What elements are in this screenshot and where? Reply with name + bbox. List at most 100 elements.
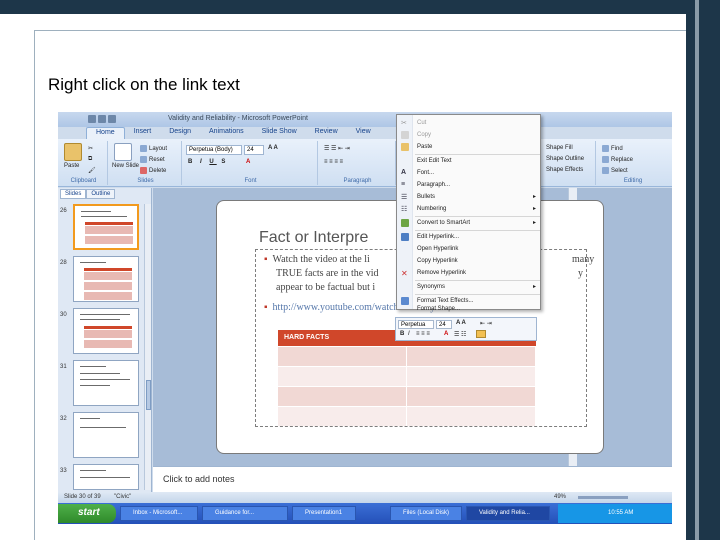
mini-indent-icon[interactable]: ⇤ ⇥ bbox=[480, 320, 492, 327]
hyperlink-icon bbox=[401, 233, 409, 241]
shape-effects-button[interactable]: Shape Effects bbox=[546, 167, 583, 173]
clipboard-group-label: Clipboard bbox=[70, 178, 97, 184]
paste-icon[interactable] bbox=[64, 143, 82, 161]
slide-number: 32 bbox=[60, 416, 67, 422]
menu-item-bullets[interactable]: ☰ Bullets ▸ bbox=[397, 191, 542, 203]
shape-fill-button[interactable]: Shape Fill bbox=[546, 145, 573, 151]
powerpoint-screenshot: Validity and Reliability - Microsoft Pow… bbox=[58, 112, 672, 524]
mini-size-select[interactable]: 24 bbox=[436, 320, 452, 329]
copy-icon[interactable]: ⧉ bbox=[88, 156, 92, 163]
status-bar: Slide 30 of 39 "Civic" 49% bbox=[58, 492, 672, 503]
slide-right-bar-stripe bbox=[695, 0, 699, 540]
format-painter-icon[interactable]: 🖌 bbox=[88, 167, 96, 174]
remove-hyperlink-icon: ✕ bbox=[401, 269, 408, 278]
menu-item-font[interactable]: A Font... bbox=[397, 167, 542, 179]
menu-item-edit-hyperlink[interactable]: Edit Hyperlink... bbox=[397, 231, 542, 243]
title-bar: Validity and Reliability - Microsoft Pow… bbox=[58, 112, 672, 127]
tab-insert[interactable]: Insert bbox=[125, 127, 161, 139]
tab-review[interactable]: Review bbox=[306, 127, 347, 139]
font-grow-icon[interactable]: A A bbox=[268, 145, 278, 151]
notes-pane[interactable]: Click to add notes bbox=[153, 466, 672, 492]
slide-thumbnail[interactable] bbox=[73, 204, 139, 250]
slides-pane-scrollbar[interactable] bbox=[144, 204, 151, 490]
zoom-slider[interactable] bbox=[578, 496, 628, 499]
slide-thumbnail[interactable] bbox=[73, 412, 139, 458]
bullet-line-end: many bbox=[572, 254, 595, 265]
menu-item-remove-hyperlink[interactable]: ✕ Remove Hyperlink bbox=[397, 267, 542, 279]
select-button[interactable]: Select bbox=[602, 167, 628, 174]
menu-item-paste[interactable]: Paste bbox=[397, 141, 542, 153]
menu-item-open-hyperlink[interactable]: Open Hyperlink bbox=[397, 243, 542, 255]
align-icons[interactable]: ≡ ≡ ≡ ≡ bbox=[324, 159, 343, 165]
font-group: Perpetua (Body) 24 A A B I U S A Font bbox=[184, 141, 318, 185]
new-slide-icon[interactable] bbox=[114, 143, 132, 161]
menu-item-synonyms[interactable]: Synonyms ▸ bbox=[397, 281, 542, 293]
mini-grow-icon[interactable]: A A bbox=[456, 320, 466, 326]
slide-title[interactable]: Fact or Interpre bbox=[259, 229, 368, 247]
quick-access-toolbar[interactable] bbox=[88, 115, 128, 124]
tab-design[interactable]: Design bbox=[160, 127, 200, 139]
menu-item-convert-smartart[interactable]: Convert to SmartArt ▸ bbox=[397, 217, 542, 229]
font-icon: A bbox=[401, 169, 407, 176]
mini-italic-icon[interactable]: I bbox=[408, 331, 410, 337]
menu-item-exit-edit-text[interactable]: Exit Edit Text bbox=[397, 155, 542, 167]
table-row[interactable] bbox=[278, 386, 536, 406]
tab-view[interactable]: View bbox=[347, 127, 380, 139]
slide-thumbnail[interactable] bbox=[73, 464, 139, 490]
bullet-line: ▪ Watch the video at the li bbox=[264, 254, 370, 265]
taskbar-item[interactable]: Inbox - Microsoft... bbox=[120, 506, 198, 521]
tab-slide-show[interactable]: Slide Show bbox=[253, 127, 306, 139]
mini-shape-fill-icon[interactable] bbox=[476, 330, 486, 338]
scrollbar-thumb[interactable] bbox=[146, 380, 151, 410]
numbering-icon: ☷ bbox=[401, 206, 408, 213]
mini-font-select[interactable]: Perpetua bbox=[398, 320, 434, 329]
delete-button[interactable]: Delete bbox=[140, 167, 166, 174]
font-size-select[interactable]: 24 bbox=[244, 145, 264, 155]
font-family-select[interactable]: Perpetua (Body) bbox=[186, 145, 242, 155]
font-color-icon[interactable]: A bbox=[246, 159, 250, 165]
slide-thumbnail[interactable] bbox=[73, 256, 139, 302]
table-row[interactable] bbox=[278, 346, 536, 366]
bullets-icon[interactable]: ☰ ☰ ⇤ ⇥ bbox=[324, 145, 350, 152]
slides-group-label: Slides bbox=[137, 178, 154, 184]
find-button[interactable]: Find bbox=[602, 145, 623, 152]
taskbar-item[interactable]: Guidance for... bbox=[202, 506, 288, 521]
mini-align-icons[interactable]: ≡ ≡ ≡ bbox=[416, 331, 430, 337]
menu-item-cut[interactable]: ✂ Cut bbox=[397, 117, 542, 129]
paste-button[interactable]: Paste bbox=[64, 163, 79, 169]
menu-item-copy[interactable]: Copy bbox=[397, 129, 542, 141]
slide-caption: Right click on the link text bbox=[48, 75, 240, 94]
font-group-label: Font bbox=[244, 178, 257, 184]
cut-icon[interactable]: ✂ bbox=[88, 145, 93, 152]
shape-outline-button[interactable]: Shape Outline bbox=[546, 156, 584, 162]
reset-button[interactable]: Reset bbox=[140, 156, 165, 163]
tab-animations[interactable]: Animations bbox=[200, 127, 253, 139]
taskbar-item-active[interactable]: Validity and Relia... bbox=[466, 506, 550, 521]
menu-item-format-shape[interactable]: Format Shape... bbox=[397, 305, 542, 312]
facts-table: HARD FACTS bbox=[278, 330, 536, 426]
menu-item-numbering[interactable]: ☷ Numbering ▸ bbox=[397, 203, 542, 215]
tab-home[interactable]: Home bbox=[86, 127, 125, 139]
mini-bold-icon[interactable]: B bbox=[400, 331, 404, 337]
slide-thumbnail[interactable] bbox=[73, 360, 139, 406]
submenu-arrow-icon: ▸ bbox=[532, 220, 536, 226]
taskbar-item[interactable]: Files (Local Disk) bbox=[390, 506, 462, 521]
tab-outline[interactable]: Outline bbox=[86, 189, 116, 199]
mini-font-color-icon[interactable]: A bbox=[444, 331, 448, 337]
slide-right-bar bbox=[686, 0, 720, 540]
table-row[interactable] bbox=[278, 366, 536, 386]
replace-button[interactable]: Replace bbox=[602, 156, 633, 163]
tab-slides[interactable]: Slides bbox=[60, 189, 87, 199]
slide-number: 30 bbox=[60, 312, 67, 318]
menu-item-copy-hyperlink[interactable]: Copy Hyperlink bbox=[397, 255, 542, 267]
taskbar-item[interactable]: Presentation1 bbox=[292, 506, 356, 521]
font-format-buttons[interactable]: B I U S bbox=[188, 159, 228, 165]
menu-item-paragraph[interactable]: ≡ Paragraph... bbox=[397, 179, 542, 191]
layout-button[interactable]: Layout bbox=[140, 145, 167, 152]
slide-thumbnail[interactable] bbox=[73, 308, 139, 354]
mini-list-icons[interactable]: ☰ ☷ bbox=[454, 331, 466, 338]
start-button[interactable]: start bbox=[58, 504, 116, 523]
zoom-level[interactable]: 49% bbox=[554, 494, 566, 500]
new-slide-button[interactable]: New Slide bbox=[112, 163, 139, 169]
table-row[interactable] bbox=[278, 406, 536, 426]
